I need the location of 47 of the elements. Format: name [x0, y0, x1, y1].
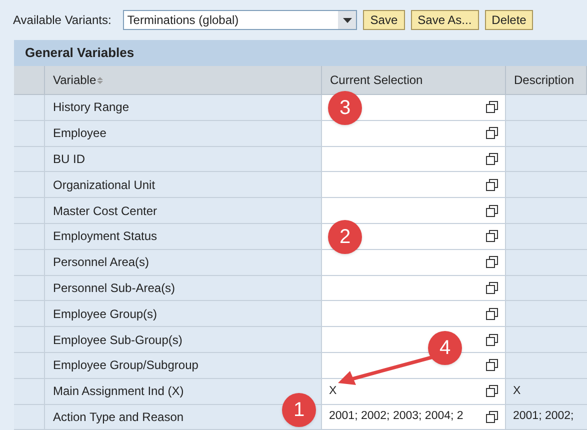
selection-field[interactable] [322, 276, 506, 300]
variants-label: Available Variants: [13, 12, 112, 29]
description-text: X [513, 384, 521, 399]
copy-icon[interactable] [486, 230, 498, 242]
variable-name: Organizational Unit [53, 176, 156, 194]
selection-field[interactable] [322, 198, 506, 223]
variable-name: Main Assignment Ind (X) [53, 383, 184, 400]
variable-name: Employment Status [53, 228, 158, 246]
copy-icon[interactable] [486, 359, 498, 372]
selection-field[interactable] [322, 301, 506, 326]
copy-icon[interactable] [486, 152, 498, 165]
selection-field[interactable]: X [322, 378, 506, 404]
variable-name: History Range [53, 99, 130, 116]
copy-icon[interactable] [486, 385, 498, 398]
variable-name: Personnel Area(s) [53, 254, 150, 272]
copy-icon[interactable] [486, 334, 498, 346]
selection-field[interactable] [322, 172, 506, 198]
copy-icon[interactable] [486, 127, 498, 140]
variable-name: Employee Group/Subgroup [53, 357, 198, 374]
variable-name: Employee Sub-Group(s) [53, 332, 182, 349]
variable-name: Employee [53, 125, 106, 142]
caret-icon [338, 11, 356, 29]
variable-name: BU ID [53, 150, 86, 168]
toolbar-button[interactable]: Save As... [410, 10, 479, 30]
variant-dropdown[interactable]: Terminations (global) [123, 10, 358, 30]
toolbar-button[interactable]: Save [363, 10, 405, 30]
copy-icon[interactable] [486, 282, 498, 294]
copy-icon[interactable] [486, 308, 498, 320]
variable-name: Personnel Sub-Area(s) [53, 280, 176, 297]
copy-icon[interactable] [486, 410, 498, 423]
copy-icon[interactable] [486, 101, 498, 114]
column-header[interactable]: Current Selection [330, 71, 423, 89]
variable-name: Action Type and Reason [53, 408, 184, 426]
panel-header: General Variables [14, 40, 587, 66]
selection-field[interactable] [322, 146, 506, 172]
selection-field[interactable]: 2001; 2002; 2003; 2004; 2 [322, 404, 506, 430]
copy-icon[interactable] [486, 204, 498, 217]
selection-field[interactable] [322, 250, 506, 275]
copy-icon[interactable] [486, 256, 498, 268]
selection-field[interactable] [322, 120, 506, 146]
toolbar-button[interactable]: Delete [484, 10, 534, 30]
variable-name: Employee Group(s) [53, 306, 158, 323]
copy-icon[interactable] [486, 178, 498, 191]
column-header[interactable]: Description [514, 71, 574, 89]
column-header[interactable]: Variable [53, 71, 96, 89]
variable-name: Master Cost Center [53, 202, 158, 220]
description-text: 2001; 2002; [513, 409, 574, 424]
